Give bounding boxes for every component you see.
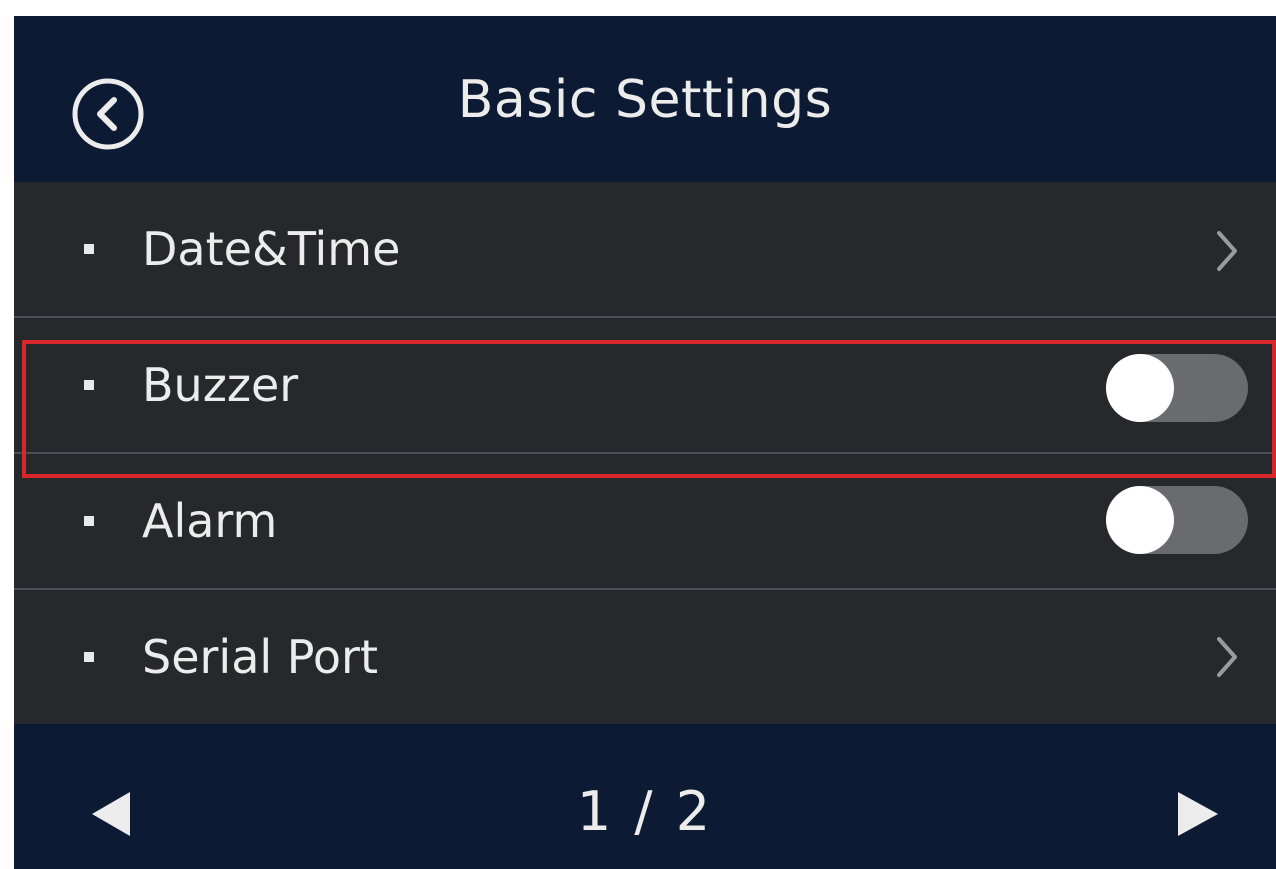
buzzer-toggle[interactable] [1106, 354, 1248, 422]
settings-row-serial-port[interactable]: Serial Port [14, 590, 1276, 724]
bullet-icon [84, 652, 94, 662]
pagination-bar: 1 / 2 [14, 724, 1276, 869]
header-bar: Basic Settings [14, 16, 1276, 182]
alarm-toggle[interactable] [1106, 486, 1248, 554]
page-indicator: 1 / 2 [576, 780, 714, 843]
bullet-icon [84, 244, 94, 254]
bullet-icon [84, 516, 94, 526]
chevron-right-icon [1217, 231, 1237, 271]
settings-row-date-time[interactable]: Date&Time [14, 182, 1276, 316]
settings-row-label: Date&Time [142, 222, 401, 276]
toggle-knob [1106, 486, 1174, 554]
settings-row-label: Buzzer [142, 358, 299, 412]
bullet-icon [84, 380, 94, 390]
triangle-right-icon[interactable] [1168, 784, 1228, 844]
settings-row-label: Serial Port [142, 630, 378, 684]
chevron-right-icon [1217, 637, 1237, 677]
page-title: Basic Settings [457, 70, 833, 130]
toggle-knob [1106, 354, 1174, 422]
settings-row-alarm[interactable]: Alarm [14, 454, 1276, 588]
settings-row-buzzer[interactable]: Buzzer [14, 318, 1276, 452]
settings-screen: Basic Settings Date&Time Buzzer Alarm Se… [14, 16, 1276, 869]
settings-row-label: Alarm [142, 494, 278, 548]
